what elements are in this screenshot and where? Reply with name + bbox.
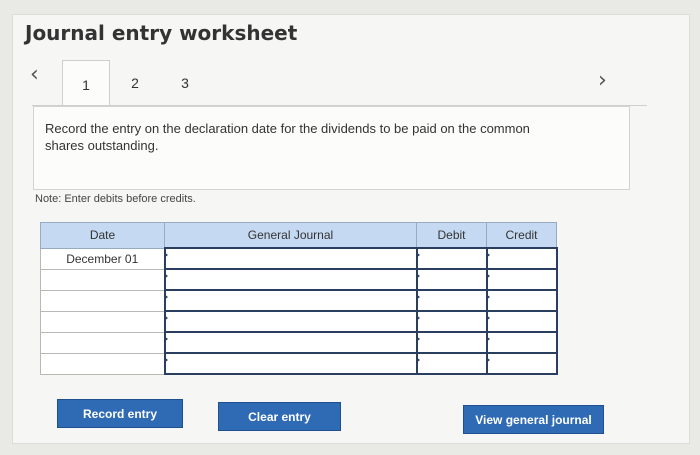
tab-1[interactable]: 1	[62, 60, 110, 108]
date-cell	[40, 331, 165, 354]
tab-3[interactable]: 3	[162, 60, 208, 106]
general-journal-column-header: General Journal	[164, 222, 417, 249]
debit-input[interactable]	[415, 310, 488, 333]
chevron-right-icon[interactable]: ›	[598, 68, 607, 93]
debit-input[interactable]	[415, 352, 488, 375]
debit-input[interactable]	[415, 268, 488, 291]
credit-input[interactable]	[485, 331, 558, 354]
table-header-row: Date General Journal Debit Credit	[40, 222, 557, 249]
table-row	[40, 352, 558, 375]
date-cell: December 01	[40, 247, 165, 270]
tab-2[interactable]: 2	[112, 60, 158, 106]
date-cell	[40, 352, 165, 375]
instruction-box: Record the entry on the declaration date…	[33, 106, 630, 190]
instruction-text: Record the entry on the declaration date…	[45, 121, 530, 153]
debit-input[interactable]	[415, 331, 488, 354]
account-input[interactable]	[163, 310, 418, 333]
credit-input[interactable]	[485, 247, 558, 270]
table-row	[40, 331, 558, 354]
debit-column-header: Debit	[416, 222, 487, 249]
account-input[interactable]	[163, 289, 418, 312]
debit-input[interactable]	[415, 247, 488, 270]
credit-input[interactable]	[485, 352, 558, 375]
account-input[interactable]	[163, 247, 418, 270]
date-cell	[40, 268, 165, 291]
debit-input[interactable]	[415, 289, 488, 312]
table-row	[40, 268, 558, 291]
account-input[interactable]	[163, 331, 418, 354]
date-cell	[40, 289, 165, 312]
account-input[interactable]	[163, 352, 418, 375]
table-row	[40, 310, 558, 333]
credit-input[interactable]	[485, 310, 558, 333]
credit-input[interactable]	[485, 289, 558, 312]
table-row	[40, 289, 558, 312]
record-entry-button[interactable]: Record entry	[57, 399, 183, 428]
page-title: Journal entry worksheet	[25, 21, 298, 45]
date-column-header: Date	[40, 222, 165, 249]
view-general-journal-button[interactable]: View general journal	[463, 405, 604, 434]
credit-input[interactable]	[485, 268, 558, 291]
credit-column-header: Credit	[486, 222, 557, 249]
journal-table: Date General Journal Debit Credit Decemb…	[40, 222, 558, 375]
note-text: Note: Enter debits before credits.	[35, 193, 196, 205]
chevron-left-icon[interactable]: ‹	[30, 62, 39, 87]
clear-entry-button[interactable]: Clear entry	[218, 402, 341, 431]
table-row: December 01	[40, 247, 558, 270]
date-cell	[40, 310, 165, 333]
account-input[interactable]	[163, 268, 418, 291]
